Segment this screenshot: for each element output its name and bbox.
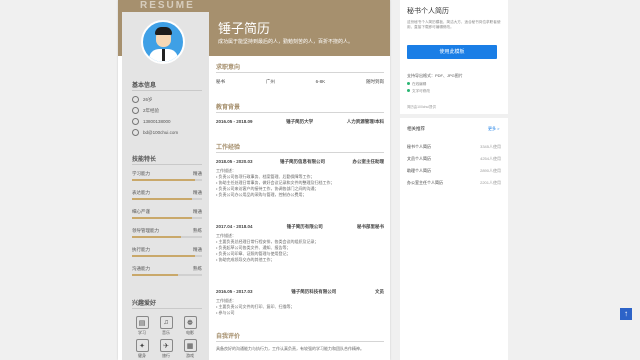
resume-watermark: RESUME [140,0,195,11]
check-icon [407,82,410,85]
work-desc: 工作描述： • 主要负责总经理日常行程安排，各类会议的组织及记录； • 负责起草… [216,233,319,262]
work-desc: 工作描述： • 主要负责公司文件的打印、复印、扫描等； • 参与公司 [216,298,295,315]
page: RESUME 锤子简历 成功属于能坚持到最后的人，勤勉刻苦的人，百折不挠的人。 … [0,0,640,360]
work-desc: 工作描述： • 负责公司各项行政事务、档案管理、后勤保障等工作； • 协助主任处… [216,168,335,197]
section-work: 工作经验 [216,145,241,151]
info-email: bd@100chui.com [132,129,178,136]
divider [216,112,384,113]
related-item[interactable]: 秘书个人简历 3345人使用 [407,144,501,150]
education-row: 2016.05 - 2018.09 锤子简历大学 人力资源管理/本科 [216,119,384,124]
intent-row: 秘书 广州 6-8K 随时到岗 [216,79,384,84]
hobby-item: ❁ 电影 [182,316,198,336]
game-icon: ▦ [183,339,197,352]
hobby-item: ✦ 健身 [134,339,150,359]
template-description: 这份秘书个人简历模板，简洁大方，适合秘书岗位求职者使用，直接下载即可编辑修改。 [407,20,501,29]
hobby-item: ✈ 旅行 [158,339,174,359]
back-to-top-button[interactable]: ↑ [620,308,632,320]
self-eval-text: 具备良好的沟通能力与执行力，工作认真负责，有较强的学习能力和团队合作精神。 [216,346,364,351]
resume-name: 锤子简历 [218,21,271,36]
divider [216,341,384,342]
related-item[interactable]: 办公室主任个人简历 2201人使用 [407,180,501,186]
run-icon: ✦ [135,339,149,352]
feature-online-edit: 在线编辑 [407,82,426,87]
work-header: 2018.05 - 2020.03 锤子简历信息有限公司 办公室主任助理 [216,159,384,164]
skill-item: 表达能力 精通 [132,190,202,200]
divider [132,90,202,91]
template-note: 简历由100chui提供 [407,105,436,109]
more-link[interactable]: 更多 > [488,126,499,132]
feature-editable-text: 文字可修改 [407,89,430,94]
work-header: 2016.05 - 2017.03 锤子简历科技有限公司 文员 [216,289,384,294]
hobby-item: ♫ 音乐 [158,316,174,336]
skill-item: 执行能力 精通 [132,247,202,257]
mail-icon [132,129,139,136]
check-icon [407,89,410,92]
section-basic-info: 基本信息 [132,83,157,89]
avatar [141,20,185,64]
info-phone: 13800138000 [132,118,171,125]
work-header: 2017.04 - 2018.04 锤子简历有限公司 秘书部里秘书 [216,224,384,229]
related-item[interactable]: 文员个人简历 4254人使用 [407,156,501,162]
hobby-item: ▦ 游戏 [182,339,198,359]
phone-icon [132,118,139,125]
export-formats: 支持导出格式：PDF、JPG图片 [407,73,463,78]
film-icon: ❁ [183,316,197,329]
divider [216,152,384,153]
book-icon: ▤ [135,316,149,329]
related-item[interactable]: 助理个人简历 2890人使用 [407,168,501,174]
info-age: 26岁 [132,96,153,103]
section-education: 教育背景 [216,105,241,111]
skill-item: 细心严谨 精通 [132,209,202,219]
divider [132,164,202,165]
calendar-icon [132,107,139,114]
skill-item: 沟通能力 熟练 [132,266,202,276]
template-panel: 秘书个人简历 这份秘书个人简历模板，简洁大方，适合秘书岗位求职者使用，直接下载即… [400,0,508,360]
section-hobbies: 兴趣爱好 [132,301,157,307]
use-template-button[interactable]: 使用此模板 [407,45,497,59]
template-title: 秘书个人简历 [407,8,449,15]
section-skills: 技能特长 [132,157,157,163]
hobby-item: ▤ 学习 [134,316,150,336]
section-self-eval: 自我评价 [216,334,241,340]
resume-preview: RESUME 锤子简历 成功属于能坚持到最后的人，勤勉刻苦的人，百折不挠的人。 … [118,0,390,360]
travel-icon: ✈ [159,339,173,352]
person-icon [132,96,139,103]
skill-item: 领导管理能力 熟练 [132,228,202,238]
panel-divider [400,114,508,118]
skill-item: 学习能力 精通 [132,171,202,181]
info-experience: 2年经验 [132,107,159,114]
music-icon: ♫ [159,316,173,329]
resume-motto: 成功属于能坚持到最后的人，勤勉刻苦的人，百折不挠的人。 [218,39,354,45]
related-title: 相关推荐 [407,126,425,131]
section-intent: 求职意向 [216,65,241,71]
divider [132,308,202,309]
divider [216,72,384,73]
